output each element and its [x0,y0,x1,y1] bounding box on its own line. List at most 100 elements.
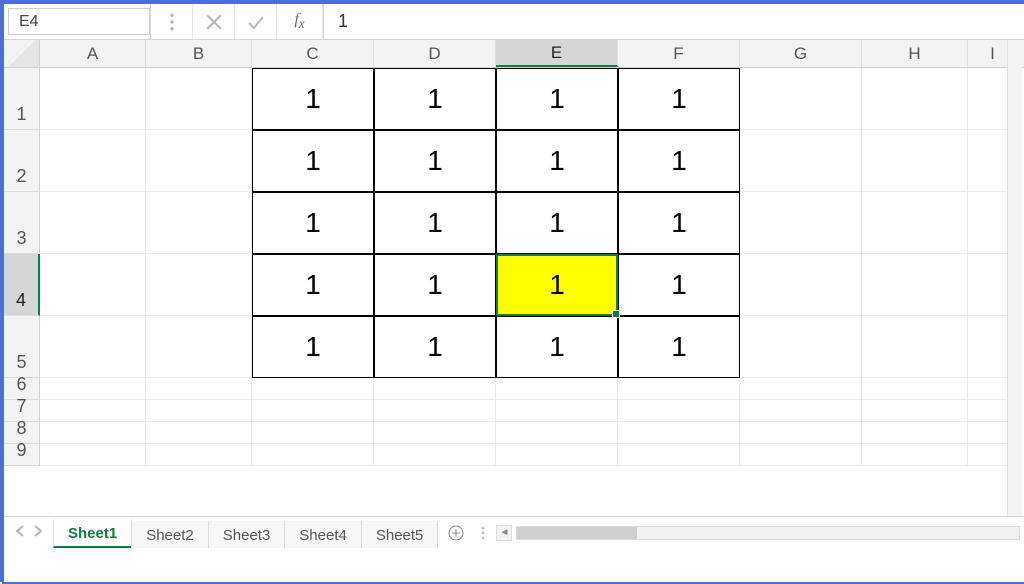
fbar-options-icon[interactable] [151,4,193,39]
row-header-9[interactable]: 9 [4,444,40,466]
row-header-5[interactable]: 5 [4,316,40,378]
cell-D1[interactable]: 1 [374,68,496,130]
cell-G5[interactable] [740,316,862,378]
row-header-4[interactable]: 4 [4,254,40,316]
cell-D5[interactable]: 1 [374,316,496,378]
cell-C5[interactable]: 1 [252,316,374,378]
vertical-scrollbar[interactable] [1007,40,1022,548]
cell-B3[interactable] [146,192,252,254]
cell-A5[interactable] [40,316,146,378]
cell-C2[interactable]: 1 [252,130,374,192]
cell-A2[interactable] [40,130,146,192]
cell-C6[interactable] [252,378,374,400]
cell-F1[interactable]: 1 [618,68,740,130]
cell-D8[interactable] [374,422,496,444]
cell-H5[interactable] [862,316,968,378]
sheet-tab-sheet2[interactable]: Sheet2 [131,521,209,548]
name-box[interactable]: E4 [8,8,150,35]
cell-G7[interactable] [740,400,862,422]
cell-H7[interactable] [862,400,968,422]
cell-G4[interactable] [740,254,862,316]
col-header-H[interactable]: H [862,40,968,67]
cell-F9[interactable] [618,444,740,466]
tab-options-icon[interactable] [474,517,492,548]
cell-B4[interactable] [146,254,252,316]
cell-F3[interactable]: 1 [618,192,740,254]
cell-H4[interactable] [862,254,968,316]
cell-B9[interactable] [146,444,252,466]
col-header-A[interactable]: A [40,40,146,67]
cell-G1[interactable] [740,68,862,130]
col-header-C[interactable]: C [252,40,374,67]
formula-input[interactable]: 1 [323,4,1024,39]
cell-C1[interactable]: 1 [252,68,374,130]
add-sheet-button[interactable] [438,517,474,548]
cell-D7[interactable] [374,400,496,422]
cell-E5[interactable]: 1 [496,316,618,378]
cell-G3[interactable] [740,192,862,254]
cell-G9[interactable] [740,444,862,466]
cell-B1[interactable] [146,68,252,130]
cell-A4[interactable] [40,254,146,316]
cell-D6[interactable] [374,378,496,400]
cell-F4[interactable]: 1 [618,254,740,316]
cell-H8[interactable] [862,422,968,444]
hscroll-thumb[interactable] [517,527,637,539]
tab-next-icon[interactable] [32,524,44,542]
cell-C4[interactable]: 1 [252,254,374,316]
cell-C3[interactable]: 1 [252,192,374,254]
row-header-2[interactable]: 2 [4,130,40,192]
cell-E1[interactable]: 1 [496,68,618,130]
horizontal-scrollbar[interactable]: ◄ [492,517,1024,548]
cell-B2[interactable] [146,130,252,192]
cell-E4[interactable]: 1 [496,254,618,316]
tab-prev-icon[interactable] [14,524,26,542]
sheet-tab-sheet4[interactable]: Sheet4 [284,521,362,548]
enter-icon[interactable] [235,4,277,39]
row-header-3[interactable]: 3 [4,192,40,254]
cell-C7[interactable] [252,400,374,422]
sheet-tab-sheet3[interactable]: Sheet3 [208,521,286,548]
cancel-icon[interactable] [193,4,235,39]
cell-D3[interactable]: 1 [374,192,496,254]
cell-A6[interactable] [40,378,146,400]
cell-F6[interactable] [618,378,740,400]
cell-F5[interactable]: 1 [618,316,740,378]
sheet-tab-sheet1[interactable]: Sheet1 [53,519,132,548]
cell-G6[interactable] [740,378,862,400]
col-header-B[interactable]: B [146,40,252,67]
hscroll-track[interactable] [516,526,1020,540]
cell-A1[interactable] [40,68,146,130]
cell-E9[interactable] [496,444,618,466]
cell-A7[interactable] [40,400,146,422]
cell-H2[interactable] [862,130,968,192]
cell-E7[interactable] [496,400,618,422]
cell-H6[interactable] [862,378,968,400]
col-header-E[interactable]: E [496,40,618,67]
cell-D4[interactable]: 1 [374,254,496,316]
col-header-G[interactable]: G [740,40,862,67]
select-all-corner[interactable] [4,40,40,67]
cell-D9[interactable] [374,444,496,466]
hscroll-left-icon[interactable]: ◄ [496,525,512,541]
cell-E6[interactable] [496,378,618,400]
sheet-tab-sheet5[interactable]: Sheet5 [361,521,439,548]
cell-E8[interactable] [496,422,618,444]
cell-F8[interactable] [618,422,740,444]
cell-H9[interactable] [862,444,968,466]
cell-D2[interactable]: 1 [374,130,496,192]
cell-A8[interactable] [40,422,146,444]
cell-C9[interactable] [252,444,374,466]
cell-E3[interactable]: 1 [496,192,618,254]
row-header-1[interactable]: 1 [4,68,40,130]
cell-A3[interactable] [40,192,146,254]
cell-B5[interactable] [146,316,252,378]
cell-B7[interactable] [146,400,252,422]
cell-H1[interactable] [862,68,968,130]
fx-icon[interactable]: fx [277,4,323,39]
cell-H3[interactable] [862,192,968,254]
cell-F7[interactable] [618,400,740,422]
cell-G8[interactable] [740,422,862,444]
cell-A9[interactable] [40,444,146,466]
cell-C8[interactable] [252,422,374,444]
